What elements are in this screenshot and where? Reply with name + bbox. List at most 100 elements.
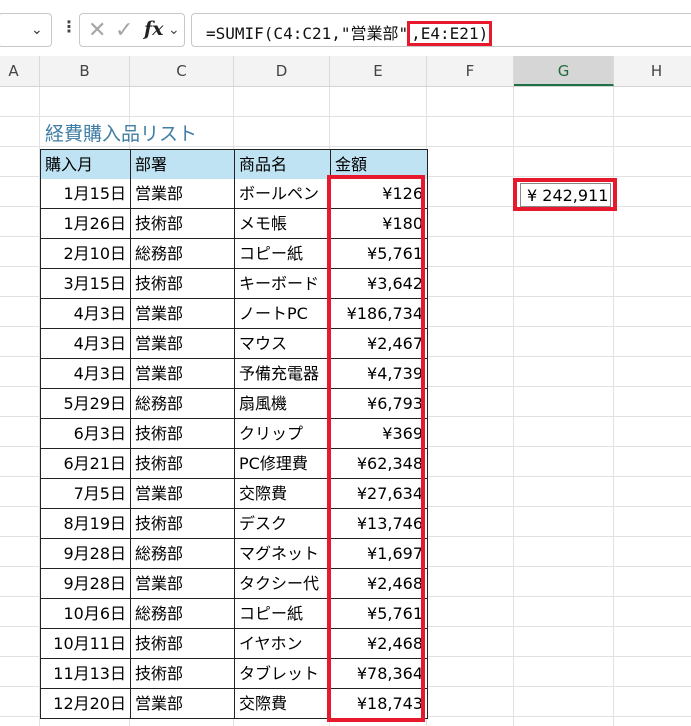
- cell-dept[interactable]: 営業部: [130, 329, 234, 359]
- cell-item[interactable]: コピー紙: [234, 239, 330, 269]
- cell-amount[interactable]: ¥180: [330, 209, 428, 239]
- cell-date[interactable]: 10月6日: [40, 599, 130, 629]
- cell-amount[interactable]: ¥2,467: [330, 329, 428, 359]
- cell-item[interactable]: イヤホン: [234, 629, 330, 659]
- checkmark-icon[interactable]: ✓: [115, 18, 133, 43]
- cell-dept[interactable]: 営業部: [130, 479, 234, 509]
- cell-item[interactable]: ボールペン: [234, 179, 330, 209]
- formula-highlight: ,E4:E21): [407, 21, 493, 46]
- cell-amount[interactable]: ¥18,743: [330, 689, 428, 719]
- cell-date[interactable]: 4月3日: [40, 359, 130, 389]
- cell-item[interactable]: ノートPC: [234, 299, 330, 329]
- cell-date[interactable]: 5月29日: [40, 389, 130, 419]
- cell-dept[interactable]: 総務部: [130, 539, 234, 569]
- cell-date[interactable]: 2月10日: [40, 239, 130, 269]
- cell-dept[interactable]: 総務部: [130, 239, 234, 269]
- column-header-b[interactable]: B: [40, 56, 130, 86]
- cell-amount[interactable]: ¥78,364: [330, 659, 428, 689]
- cell-dept[interactable]: 技術部: [130, 209, 234, 239]
- cell-amount[interactable]: ¥1,697: [330, 539, 428, 569]
- cell-item[interactable]: メモ帳: [234, 209, 330, 239]
- cell-date[interactable]: 6月21日: [40, 449, 130, 479]
- cell-date[interactable]: 6月3日: [40, 419, 130, 449]
- cell-dept[interactable]: 総務部: [130, 599, 234, 629]
- cell-date[interactable]: 9月28日: [40, 569, 130, 599]
- cell-item[interactable]: マグネット: [234, 539, 330, 569]
- cell-amount[interactable]: ¥3,642: [330, 269, 428, 299]
- cell-amount[interactable]: ¥27,634: [330, 479, 428, 509]
- cell-dept[interactable]: 技術部: [130, 509, 234, 539]
- cell-item[interactable]: 交際費: [234, 479, 330, 509]
- cell-item[interactable]: デスク: [234, 509, 330, 539]
- name-box[interactable]: ⌄: [0, 13, 52, 47]
- result-cell-highlight[interactable]: ¥ 242,911: [513, 178, 617, 211]
- cell-dept[interactable]: 営業部: [130, 689, 234, 719]
- column-header-a[interactable]: A: [0, 56, 40, 86]
- cell-amount[interactable]: ¥4,739: [330, 359, 428, 389]
- cell-item[interactable]: 交際費: [234, 689, 330, 719]
- cell-amount[interactable]: ¥126: [330, 179, 428, 209]
- cell-item[interactable]: マウス: [234, 329, 330, 359]
- cell-item[interactable]: タクシー代: [234, 569, 330, 599]
- cell-date[interactable]: 10月11日: [40, 629, 130, 659]
- table-header-cell[interactable]: 購入月: [40, 149, 131, 180]
- sheet-title[interactable]: 経費購入品リスト: [45, 119, 197, 146]
- cell-date[interactable]: 4月3日: [40, 299, 130, 329]
- fx-icon[interactable]: fx: [144, 18, 164, 40]
- cell-item[interactable]: 扇風機: [234, 389, 330, 419]
- cell-dept[interactable]: 技術部: [130, 449, 234, 479]
- cell-date[interactable]: 3月15日: [40, 269, 130, 299]
- cell-item[interactable]: キーボード: [234, 269, 330, 299]
- cell-date[interactable]: 4月3日: [40, 329, 130, 359]
- selected-cell[interactable]: ¥ 242,911: [520, 183, 611, 207]
- cell-amount[interactable]: ¥13,746: [330, 509, 428, 539]
- chevron-down-icon[interactable]: ⌄: [31, 22, 43, 38]
- cell-item[interactable]: PC修理費: [234, 449, 330, 479]
- column-header-d[interactable]: D: [234, 56, 330, 86]
- cell-dept[interactable]: 技術部: [130, 659, 234, 689]
- cell-date[interactable]: 1月15日: [40, 179, 130, 209]
- cell-item[interactable]: クリップ: [234, 419, 330, 449]
- cell-dept[interactable]: 営業部: [130, 299, 234, 329]
- column-header-h[interactable]: H: [614, 56, 691, 86]
- column-header-g[interactable]: G: [514, 56, 614, 86]
- cell-dept[interactable]: 営業部: [130, 179, 234, 209]
- table-header-cell[interactable]: 金額: [330, 149, 428, 180]
- cell-dept[interactable]: 技術部: [130, 269, 234, 299]
- cell-date[interactable]: 9月28日: [40, 539, 130, 569]
- vertical-dots-icon[interactable]: ⋮: [61, 17, 77, 36]
- column-header-e[interactable]: E: [330, 56, 427, 86]
- cell-item[interactable]: 予備充電器: [234, 359, 330, 389]
- table-header-cell[interactable]: 商品名: [234, 149, 331, 180]
- column-header-f[interactable]: F: [427, 56, 514, 86]
- formula-input[interactable]: =SUMIF(C4:C21,"営業部" ,E4:E21): [191, 13, 691, 47]
- cell-dept[interactable]: 営業部: [130, 359, 234, 389]
- cell-amount[interactable]: ¥62,348: [330, 449, 428, 479]
- sumif-result: ¥ 242,911: [527, 186, 609, 205]
- table-header-cell[interactable]: 部署: [130, 149, 235, 180]
- cell-dept[interactable]: 総務部: [130, 389, 234, 419]
- cell-item[interactable]: コピー紙: [234, 599, 330, 629]
- cell-amount[interactable]: ¥2,468: [330, 569, 428, 599]
- cell-date[interactable]: 1月26日: [40, 209, 130, 239]
- cell-dept[interactable]: 技術部: [130, 629, 234, 659]
- cell-amount[interactable]: ¥369: [330, 419, 428, 449]
- cell-date[interactable]: 12月20日: [40, 689, 130, 719]
- cell-date[interactable]: 8月19日: [40, 509, 130, 539]
- cell-dept[interactable]: 技術部: [130, 419, 234, 449]
- cell-amount[interactable]: ¥5,761: [330, 239, 428, 269]
- cell-amount[interactable]: ¥2,468: [330, 629, 428, 659]
- grid-line-horizontal: [0, 116, 691, 117]
- cell-date[interactable]: 11月13日: [40, 659, 130, 689]
- cell-amount[interactable]: ¥6,793: [330, 389, 428, 419]
- fx-chevron-down-icon[interactable]: ⌄: [168, 22, 180, 38]
- formula-bar: ⌄ ⋮ ✕ ✓ fx ⌄ =SUMIF(C4:C21,"営業部" ,E4:E21): [0, 0, 691, 56]
- cell-dept[interactable]: 営業部: [130, 569, 234, 599]
- cell-date[interactable]: 7月5日: [40, 479, 130, 509]
- column-header-c[interactable]: C: [130, 56, 234, 86]
- cancel-x-icon[interactable]: ✕: [88, 18, 106, 43]
- cell-amount[interactable]: ¥186,734: [330, 299, 428, 329]
- cell-item[interactable]: タブレット: [234, 659, 330, 689]
- formula-buttons: ✕ ✓ fx ⌄: [79, 13, 185, 47]
- cell-amount[interactable]: ¥5,761: [330, 599, 428, 629]
